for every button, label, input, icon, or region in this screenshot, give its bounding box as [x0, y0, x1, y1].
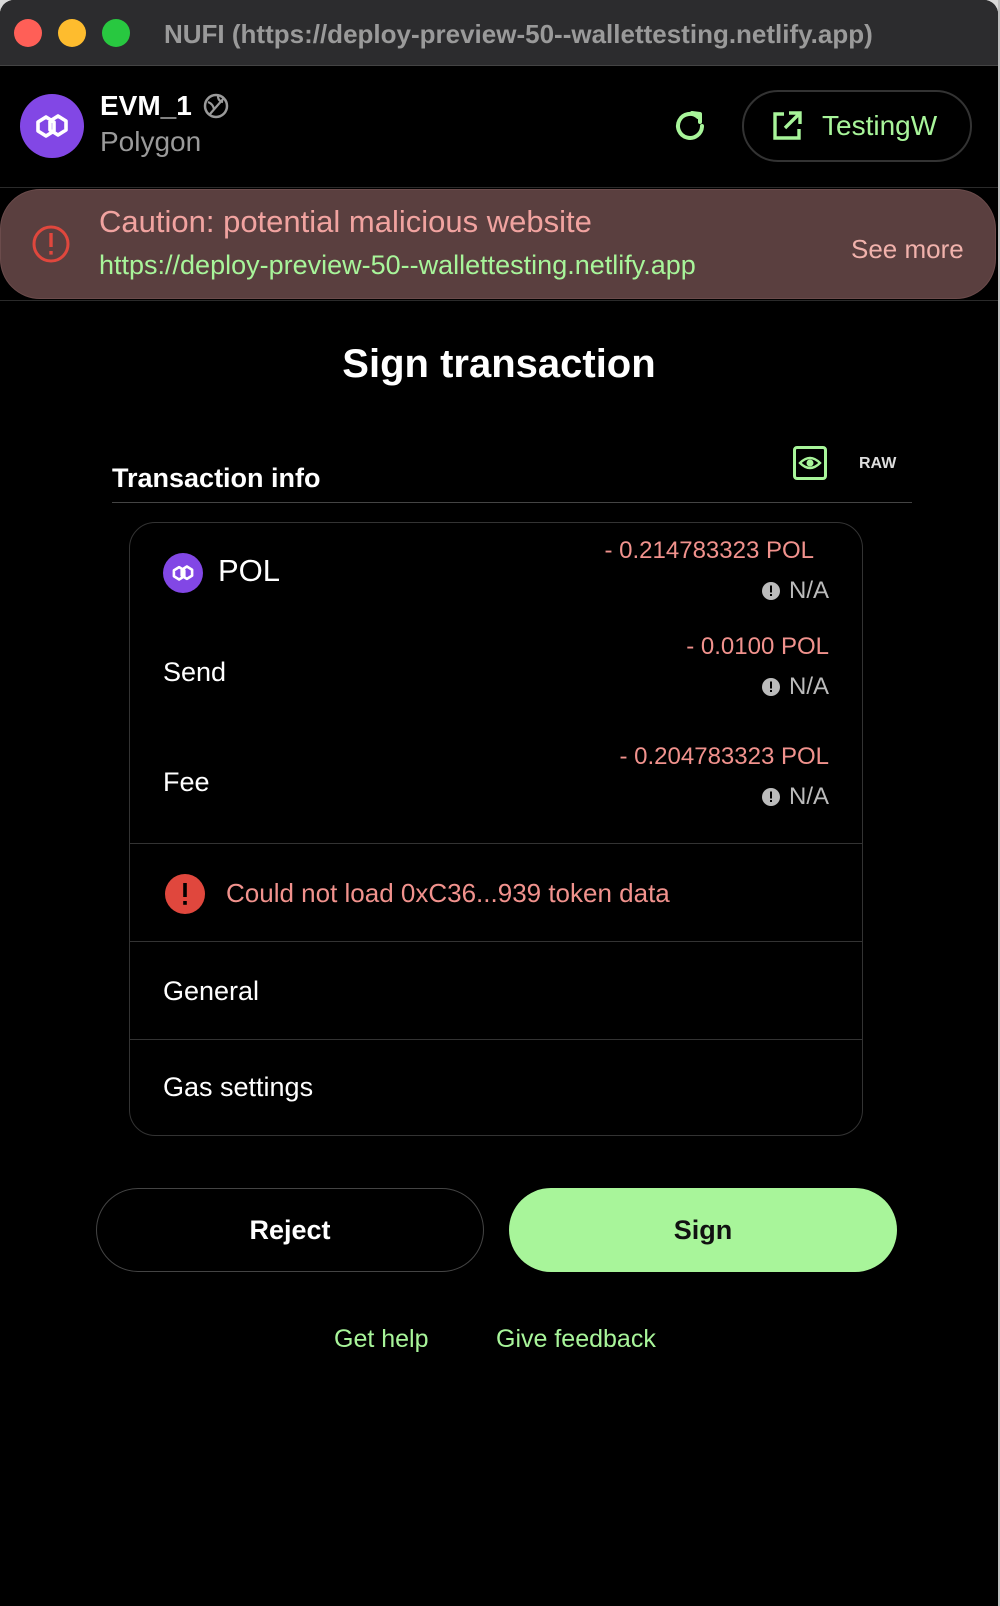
send-label: Send — [163, 657, 227, 687]
transaction-card: POL - 0.214783323 POL N/A Send - 0.0100 … — [129, 522, 863, 1136]
network-name: Polygon — [100, 126, 202, 157]
gas-settings-label: Gas settings — [163, 1072, 314, 1102]
error-icon — [165, 874, 205, 919]
raw-view-button[interactable]: RAW — [859, 455, 896, 473]
give-feedback-link[interactable]: Give feedback — [496, 1325, 656, 1354]
refresh-button[interactable] — [668, 104, 712, 148]
see-more-link[interactable]: See more — [851, 234, 964, 265]
wallet-window: NUFI (https://deploy-preview-50--wallett… — [0, 0, 998, 1606]
token-symbol: POL — [218, 553, 281, 588]
pol-token-icon — [163, 553, 203, 593]
account-header: EVM_1 Polygon TestingW — [0, 66, 998, 188]
open-dapp-button[interactable]: TestingW — [742, 90, 972, 162]
title-bar: NUFI (https://deploy-preview-50--wallett… — [0, 0, 998, 66]
token-amount: - 0.214783323 POL — [604, 537, 815, 564]
malicious-site-warning: Caution: potential malicious website htt… — [0, 189, 996, 299]
reject-button[interactable]: Reject — [96, 1188, 484, 1272]
info-icon — [761, 678, 780, 696]
view-toggle-button[interactable] — [793, 446, 827, 480]
close-window-button[interactable] — [14, 18, 42, 47]
token-error-row: Could not load 0xC36...939 token data — [130, 844, 862, 940]
fee-amount: - 0.204783323 POL — [619, 743, 830, 770]
divider — [112, 502, 912, 503]
page-title: Sign transaction — [342, 342, 656, 386]
token-error-message: Could not load 0xC36...939 token data — [226, 878, 670, 908]
send-amount: - 0.0100 POL — [686, 633, 829, 660]
gas-settings-section[interactable]: Gas settings — [130, 1040, 862, 1136]
warning-title: Caution: potential malicious website — [99, 204, 592, 239]
eye-icon — [798, 456, 822, 470]
send-row: Send - 0.0100 POL N/A — [130, 627, 862, 735]
window-controls — [14, 18, 130, 47]
divider — [0, 300, 998, 301]
minimize-window-button[interactable] — [58, 18, 86, 47]
disconnected-globe-icon — [203, 93, 229, 119]
dapp-name: TestingW — [822, 110, 938, 141]
warning-icon — [31, 224, 71, 269]
general-section[interactable]: General — [130, 942, 862, 1038]
get-help-link[interactable]: Get help — [334, 1325, 429, 1354]
polygon-logo-icon — [20, 94, 84, 158]
refresh-icon — [676, 111, 704, 140]
fee-row: Fee - 0.204783323 POL N/A — [130, 737, 862, 843]
fee-fiat: N/A — [761, 783, 829, 811]
token-row: POL - 0.214783323 POL N/A — [130, 523, 862, 627]
info-icon — [761, 788, 780, 806]
warning-url: https://deploy-preview-50--wallettesting… — [99, 250, 696, 280]
info-icon — [761, 582, 780, 600]
fee-label: Fee — [163, 767, 210, 797]
external-link-icon — [773, 111, 802, 140]
window-title: NUFI (https://deploy-preview-50--wallett… — [164, 19, 873, 49]
token-fiat: N/A — [761, 577, 829, 605]
maximize-window-button[interactable] — [102, 18, 130, 47]
general-label: General — [163, 976, 260, 1006]
sign-button[interactable]: Sign — [509, 1188, 897, 1272]
account-name: EVM_1 — [100, 90, 192, 121]
transaction-info-label: Transaction info — [112, 463, 321, 493]
send-fiat: N/A — [761, 673, 829, 701]
